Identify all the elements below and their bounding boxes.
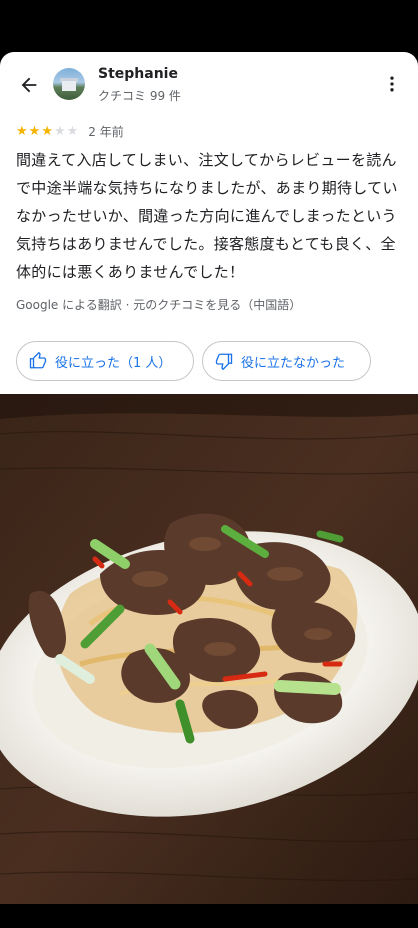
rating-row: ★ ★ ★ ★ ★ 2 年前 [16, 123, 124, 140]
helpful-label: 役に立った（1 人） [55, 355, 172, 371]
reviewer-review-count: クチコミ 99 件 [98, 89, 181, 103]
not-helpful-label: 役に立たなかった [241, 355, 346, 371]
thumb-down-icon [215, 353, 233, 370]
arrow-back-icon [21, 77, 37, 93]
navigation-bar [0, 904, 418, 928]
more-options-button[interactable] [380, 72, 404, 96]
star-filled-icon: ★ [41, 123, 53, 139]
back-button[interactable] [14, 70, 44, 100]
status-bar [0, 0, 418, 52]
reviewer-name[interactable]: Stephanie [98, 66, 178, 82]
review-text: 間違えて入店してしまい、注文してからレビューを読んで中途半端な気持ちになりました… [16, 151, 398, 281]
star-empty-icon: ★ [66, 123, 79, 139]
review-date: 2 年前 [88, 125, 124, 139]
thumb-up-icon [29, 352, 47, 369]
not-helpful-button[interactable]: 役に立たなかった [202, 341, 371, 381]
helpful-button[interactable]: 役に立った（1 人） [16, 341, 194, 381]
avatar[interactable] [53, 68, 85, 100]
translation-note[interactable]: Google による翻訳 · 元のクチコミを見る（中国語） [16, 296, 301, 313]
star-filled-icon: ★ [16, 123, 28, 139]
star-empty-icon: ★ [53, 123, 66, 139]
review-card: Stephanie クチコミ 99 件 ★ ★ ★ ★ ★ 2 年前 間違えて入… [0, 52, 418, 394]
review-photo[interactable] [0, 394, 418, 904]
more-vert-icon [390, 76, 394, 92]
star-filled-icon: ★ [28, 123, 41, 139]
